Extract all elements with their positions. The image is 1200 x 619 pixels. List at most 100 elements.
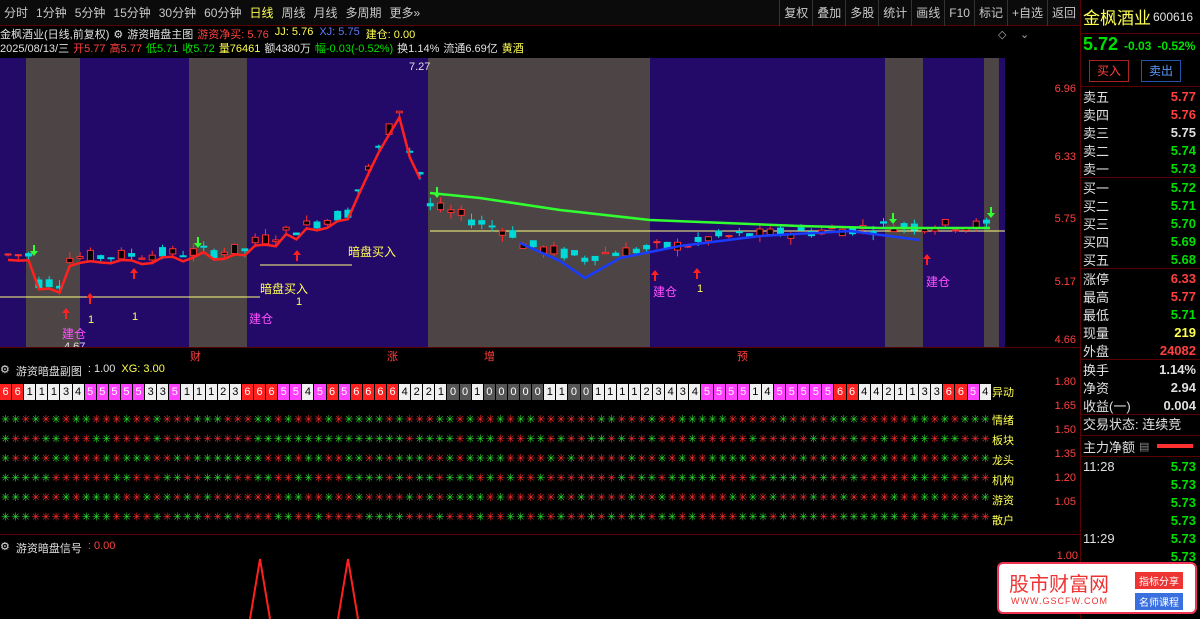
period-tab-0[interactable]: 分时 [0, 0, 32, 26]
bids-row[interactable]: 买五 5.68 [1081, 250, 1200, 268]
asks-row[interactable]: 卖五 5.77 [1081, 87, 1200, 105]
sentiment-mark: ✳ [950, 433, 959, 446]
period-tab-2[interactable]: 5分钟 [71, 0, 110, 26]
sentiment-mark: ✳ [72, 433, 81, 446]
stats2-row[interactable]: 换手 1.14% [1081, 360, 1200, 378]
sentiment-mark: ✳ [769, 472, 778, 485]
digit-cell: 5 [713, 384, 726, 400]
period-tab-9[interactable]: 多周期 [342, 0, 386, 26]
sentiment-mark: ✳ [122, 472, 131, 485]
stats2-row[interactable]: 净资 2.94 [1081, 378, 1200, 396]
sentiment-mark: ✳ [264, 452, 273, 465]
bids-row[interactable]: 买四 5.69 [1081, 232, 1200, 250]
sentiment-mark: ✳ [557, 472, 566, 485]
period-tab-5[interactable]: 60分钟 [200, 0, 245, 26]
sentiment-mark: ✳ [769, 511, 778, 524]
bids-row[interactable]: 买一 5.72 [1081, 178, 1200, 196]
indicator-info-line: 金枫酒业(日线,前复权) ⚙ 游资暗盘主图 游资净买: 5.76 JJ: 5.76… [0, 26, 415, 41]
sentiment-mark: ✳ [476, 472, 485, 485]
tool-button-3[interactable]: 统计 [878, 0, 911, 26]
event-tag[interactable]: 涨 [387, 348, 398, 364]
sell-button[interactable]: 卖出 [1141, 60, 1181, 82]
tool-button-2[interactable]: 多股 [845, 0, 878, 26]
sentiment-mark: ✳ [526, 491, 535, 504]
ohlc-field-8: 换1.14% [397, 43, 440, 55]
main-flow-row[interactable]: 主力净额 ▤ [1081, 436, 1200, 456]
sentiment-mark: ✳ [829, 511, 838, 524]
settings-gear-icon[interactable]: ⚙ [0, 363, 10, 379]
bids-row[interactable]: 买三 5.70 [1081, 214, 1200, 232]
sentiment-mark: ✳ [789, 413, 798, 426]
event-tag[interactable]: 财 [190, 348, 201, 364]
asks-row[interactable]: 卖二 5.74 [1081, 141, 1200, 159]
digit-cell: 1 [628, 384, 641, 400]
period-tab-3[interactable]: 15分钟 [109, 0, 154, 26]
menu-icon[interactable]: ▤ [1139, 440, 1149, 453]
sentiment-mark: ✳ [163, 511, 172, 524]
tool-button-4[interactable]: 画线 [911, 0, 944, 26]
stats2-row[interactable]: 收益(一) 0.004 [1081, 396, 1200, 414]
candle-body [262, 234, 269, 245]
period-tab-7[interactable]: 周线 [277, 0, 309, 26]
sentiment-mark: ✳ [314, 413, 323, 426]
sentiment-mark: ✳ [435, 413, 444, 426]
sentiment-mark: ✳ [829, 491, 838, 504]
settings-gear-icon[interactable]: ⚙ [0, 540, 10, 556]
sentiment-mark: ✳ [344, 491, 353, 504]
period-tab-4[interactable]: 30分钟 [155, 0, 200, 26]
tool-button-8[interactable]: 返回 [1046, 0, 1080, 26]
asks-row[interactable]: 卖四 5.76 [1081, 105, 1200, 123]
event-tag[interactable]: 增 [484, 348, 495, 364]
sentiment-mark: ✳ [738, 433, 747, 446]
sentiment-mark: ✳ [153, 491, 162, 504]
sentiment-mark: ✳ [193, 472, 202, 485]
asks-row[interactable]: 卖一 5.73 [1081, 159, 1200, 177]
tool-button-1[interactable]: 叠加 [812, 0, 845, 26]
collapse-icon[interactable]: ⌄ [1020, 28, 1029, 41]
digit-cell: 1 [604, 384, 617, 400]
sentiment-mark: ✳ [294, 472, 303, 485]
diamond-icon[interactable]: ◇ [998, 28, 1006, 41]
sub-indicator-name[interactable]: 游资暗盘副图 [16, 363, 82, 379]
asks-row[interactable]: 卖三 5.75 [1081, 123, 1200, 141]
period-tab-1[interactable]: 1分钟 [32, 0, 71, 26]
stats-row[interactable]: 外盘 24082 [1081, 341, 1200, 359]
tool-button-5[interactable]: F10 [944, 0, 974, 26]
event-tag[interactable]: 预 [737, 348, 748, 364]
signal-spike [337, 558, 359, 619]
sentiment-mark: ✳ [415, 511, 424, 524]
stats-row[interactable]: 最高 5.77 [1081, 287, 1200, 305]
digit-cell: 6 [326, 384, 339, 400]
sentiment-mark: ✳ [11, 433, 20, 446]
sentiment-grid[interactable]: ✳ ✳ ✳ ✳ ✳ ✳ ✳ ✳ ✳ ✳ ✳ ✳ ✳ ✳ ✳ ✳ ✳ ✳ ✳ ✳ ✳ ✳ ✳ ✳ ✳ ✳ ✳ ✳ ✳ ✳ ✳ ✳ ✳ ✳ ✳ ✳ ✳ ✳ ✳ ✳… [0, 405, 992, 525]
sentiment-mark: ✳ [961, 452, 970, 465]
candlestick-chart[interactable]: 7.274.67暗盘买入暗盘买入建仓建仓建仓建仓1 111 [0, 58, 1005, 348]
jiancang-label: 建仓 [653, 285, 677, 299]
sentiment-mark: ✳ [294, 491, 303, 504]
tool-button-6[interactable]: 标记 [973, 0, 1007, 26]
sentiment-mark: ✳ [334, 472, 343, 485]
sentiment-mark: ✳ [52, 472, 61, 485]
sentiment-mark: ✳ [981, 413, 990, 426]
tool-button-7[interactable]: +自选 [1006, 0, 1047, 26]
signal-chart[interactable] [0, 555, 1000, 619]
sentiment-mark: ✳ [890, 452, 899, 465]
stats-value: 24082 [1159, 342, 1196, 358]
stats-row[interactable]: 最低 5.71 [1081, 305, 1200, 323]
tool-button-0[interactable]: 复权 [779, 0, 812, 26]
watermark-tag-2: 名师课程 [1135, 593, 1183, 610]
sentiment-mark: ✳ [627, 511, 636, 524]
buy-button[interactable]: 买入 [1089, 60, 1129, 82]
signal-indicator-name[interactable]: 游资暗盘信号 [16, 540, 82, 556]
sentiment-mark: ✳ [668, 472, 677, 485]
stats-row[interactable]: 涨停 6.33 [1081, 269, 1200, 287]
sentiment-mark: ✳ [961, 433, 970, 446]
sub-indicator-title-bar: ⚙ 游资暗盘副图 : 1.00 XG: 3.00 [0, 363, 165, 379]
stats-row[interactable]: 现量 219 [1081, 323, 1200, 341]
bids-row[interactable]: 买二 5.71 [1081, 196, 1200, 214]
settings-gear-icon[interactable]: ⚙ [113, 28, 123, 41]
period-tab-10[interactable]: 更多» [386, 0, 425, 26]
period-tab-8[interactable]: 月线 [310, 0, 342, 26]
sentiment-mark: ✳ [526, 433, 535, 446]
period-tab-6[interactable]: 日线 [245, 0, 277, 26]
